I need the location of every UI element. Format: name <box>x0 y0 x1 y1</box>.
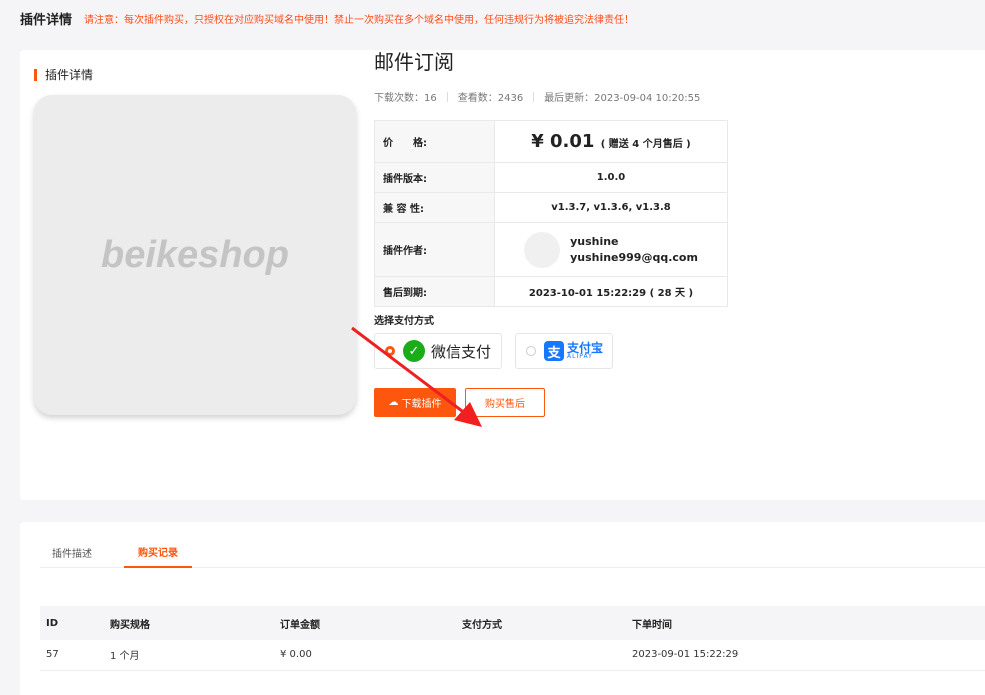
version-label: 插件版本: <box>374 162 495 193</box>
cell-spec: 1 个月 <box>104 640 274 671</box>
download-count: 下载次数：16 <box>374 93 437 104</box>
cell-order-time: 2023-09-01 15:22:29 <box>626 640 985 671</box>
price-value-cell: ¥ 0.01 ( 赠送 4 个月售后 ) <box>494 120 728 163</box>
expire-label: 售后到期: <box>374 276 495 307</box>
col-spec: 购买规格 <box>104 606 274 640</box>
tab-purchase-records[interactable]: 购买记录 <box>124 536 192 568</box>
license-notice: 请注意：每次插件购买，只授权在对应购买域名中使用！禁止一次购买在多个域名中使用，… <box>84 14 635 26</box>
tab-plugin-description[interactable]: 插件描述 <box>40 536 104 568</box>
alipay-option[interactable]: 支 支付宝 ALIPAY <box>515 333 613 369</box>
wechat-icon: ✓ <box>403 340 425 362</box>
plugin-thumbnail: beikeshop <box>34 95 356 415</box>
col-payment: 支付方式 <box>456 606 626 640</box>
top-bar: 插件详情 请注意：每次插件购买，只授权在对应购买域名中使用！禁止一次购买在多个域… <box>0 0 985 36</box>
price-value: ¥ 0.01 <box>531 131 595 152</box>
radio-selected-icon[interactable] <box>385 346 395 356</box>
section-title-text: 插件详情 <box>45 68 94 82</box>
col-amount: 订单金额 <box>274 606 456 640</box>
section-accent-bar <box>34 68 37 81</box>
records-card: 插件描述 购买记录 ID 购买规格 订单金额 支付方式 下单时间 57 1 个月… <box>20 522 985 695</box>
compat-value: v1.3.7, v1.3.6, v1.3.8 <box>494 192 728 223</box>
author-label: 插件作者: <box>374 222 495 277</box>
price-row: 价 格: ¥ 0.01 ( 赠送 4 个月售后 ) <box>374 120 728 163</box>
cell-payment <box>456 640 626 671</box>
col-order-time: 下单时间 <box>626 606 985 640</box>
download-plugin-button[interactable]: ☁ 下载插件 <box>374 388 456 417</box>
expire-value: 2023-10-01 15:22:29 ( 28 天 ) <box>494 276 728 307</box>
alipay-logo-text: 支付宝 ALIPAY <box>567 342 603 360</box>
author-row: 插件作者: yushine yushine999@qq.com <box>374 222 728 277</box>
avatar <box>524 231 561 268</box>
price-note: ( 赠送 4 个月售后 ) <box>600 139 691 150</box>
alipay-en-label: ALIPAY <box>567 353 593 360</box>
cloud-download-icon: ☁ <box>388 397 399 408</box>
records-tabs: 插件描述 购买记录 <box>40 536 985 568</box>
compat-label: 兼 容 性: <box>374 192 495 223</box>
author-info: yushine yushine999@qq.com <box>570 234 698 266</box>
wechat-pay-label: 微信支付 <box>431 342 492 361</box>
radio-unselected-icon[interactable] <box>526 346 536 356</box>
version-row: 插件版本: 1.0.0 <box>374 162 728 193</box>
stats-divider <box>446 91 448 102</box>
plugin-info-table: 价 格: ¥ 0.01 ( 赠送 4 个月售后 ) 插件版本: 1.0.0 兼 … <box>374 120 728 307</box>
wechat-pay-option[interactable]: ✓ 微信支付 <box>374 333 502 369</box>
col-id: ID <box>40 606 104 640</box>
purchase-records-table: ID 购买规格 订单金额 支付方式 下单时间 57 1 个月 ¥ 0.00 20… <box>40 606 985 671</box>
table-row: 57 1 个月 ¥ 0.00 2023-09-01 15:22:29 <box>40 640 985 671</box>
author-cell: yushine yushine999@qq.com <box>494 222 728 277</box>
price-label: 价 格: <box>374 120 495 163</box>
download-plugin-label: 下载插件 <box>401 399 442 410</box>
buy-after-sales-button[interactable]: 购买售后 <box>465 388 545 417</box>
buy-after-sales-label: 购买售后 <box>485 399 525 410</box>
author-box: yushine yushine999@qq.com <box>495 231 727 268</box>
plugin-name: 邮件订阅 <box>374 50 454 74</box>
cell-amount: ¥ 0.00 <box>274 640 456 671</box>
author-name: yushine <box>570 234 619 248</box>
expire-row: 售后到期: 2023-10-01 15:22:29 ( 28 天 ) <box>374 276 728 307</box>
stats-divider <box>533 91 535 102</box>
cell-id: 57 <box>40 640 104 671</box>
alipay-icon: 支 <box>544 341 564 361</box>
version-value: 1.0.0 <box>494 162 728 193</box>
section-title: 插件详情 <box>34 66 93 83</box>
table-header-row: ID 购买规格 订单金额 支付方式 下单时间 <box>40 606 985 640</box>
plugin-stats: 下载次数：16 查看数：2436 最后更新：2023-09-04 10:20:5… <box>374 89 700 104</box>
view-count: 查看数：2436 <box>457 93 524 104</box>
payment-method-label: 选择支付方式 <box>374 316 434 327</box>
compat-row: 兼 容 性: v1.3.7, v1.3.6, v1.3.8 <box>374 192 728 223</box>
author-email: yushine999@qq.com <box>570 250 698 264</box>
last-updated: 最后更新：2023-09-04 10:20:55 <box>544 93 701 104</box>
thumbnail-logo-text: beikeshop <box>101 233 289 276</box>
page-title: 插件详情 <box>20 12 73 28</box>
